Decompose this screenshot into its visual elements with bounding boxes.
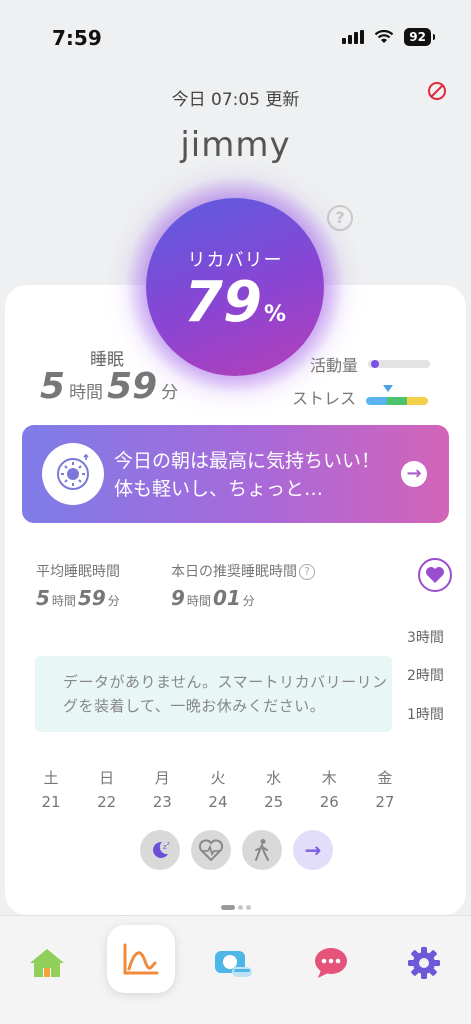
camera-food-icon[interactable] (212, 941, 256, 985)
y-axis-label: 2時間 (407, 668, 444, 684)
recovery-value: 79% (184, 270, 286, 335)
day-label: 木 26 (319, 769, 339, 811)
recovery-circle[interactable]: リカバリー 79% (146, 198, 324, 376)
status-time: 7:59 (52, 26, 102, 50)
sleep-icon[interactable]: zz (140, 830, 180, 870)
stress-segment (407, 397, 429, 405)
day-label: 月 23 (152, 769, 172, 811)
recovery-label: リカバリー (187, 250, 283, 271)
day-label: 水 25 (264, 769, 284, 811)
stress-label: ストレス (292, 389, 357, 408)
help-icon[interactable]: ? (327, 205, 353, 231)
gear-icon[interactable] (402, 941, 446, 985)
day-label: 金 27 (375, 769, 395, 811)
chart-type-buttons: zz → (140, 830, 333, 870)
battery-indicator: 92 (404, 28, 435, 46)
page-indicator (221, 905, 251, 910)
page-dot (246, 905, 251, 910)
page-dot (238, 905, 243, 910)
activity-bar (368, 360, 431, 368)
stress-bar (366, 397, 429, 405)
stress-row: ストレス (292, 385, 429, 409)
avg-sleep-value: 5 時間 59 分 (36, 586, 120, 610)
arrow-right-icon[interactable]: → (401, 461, 427, 487)
heart-rate-icon[interactable] (191, 830, 231, 870)
day-label: 土 21 (41, 769, 61, 811)
chart-icon[interactable] (107, 925, 175, 993)
home-icon[interactable] (25, 941, 69, 985)
wifi-icon (375, 30, 394, 43)
day-axis: 土 21 日 22 月 23 火 24 水 25 木 26 金 27 (38, 766, 398, 814)
help-icon[interactable]: ? (299, 564, 315, 580)
arrow-right-icon[interactable]: → (293, 830, 333, 870)
username: jimmy (180, 125, 291, 165)
sleep-value: 5 時間 59 分 (40, 366, 179, 407)
activity-level-dot (370, 360, 379, 368)
walk-icon[interactable] (242, 830, 282, 870)
no-data-message: データがありません。スマートリカバリーリングを装着して、一晩お休みください。 (35, 656, 392, 732)
y-axis-label: 3時間 (407, 630, 444, 646)
sun-icon (42, 443, 104, 505)
updated-time: 今日 07:05 更新 (171, 90, 300, 110)
tab-bar (0, 915, 471, 1024)
stress-segment (366, 397, 387, 405)
status-bar: 7:59 92 (0, 0, 471, 60)
y-axis-label: 1時間 (407, 707, 444, 723)
page-dot-active (221, 905, 235, 910)
recommended-sleep-value: 9 時間 01 分 (171, 586, 255, 610)
activity-row: 活動量 (310, 352, 431, 376)
chat-icon[interactable] (309, 941, 353, 985)
heart-icon[interactable] (418, 558, 452, 592)
svg-text:z: z (167, 841, 170, 847)
banner-text: 今日の朝は最高に気持ちいい！体も軽いし、ちょっと… (114, 450, 381, 500)
disconnected-icon[interactable] (428, 82, 446, 100)
recommended-sleep-label: 本日の推奨睡眠時間? (171, 561, 315, 581)
day-label: 日 22 (97, 769, 117, 811)
status-icons: 92 (342, 28, 435, 46)
stress-segment (386, 397, 408, 405)
activity-label: 活動量 (310, 356, 359, 375)
day-label: 火 24 (208, 769, 228, 811)
avg-sleep-label: 平均睡眠時間 (36, 564, 120, 580)
morning-message-banner[interactable]: 今日の朝は最高に気持ちいい！体も軽いし、ちょっと… → (22, 425, 449, 523)
signal-icon (342, 30, 365, 44)
